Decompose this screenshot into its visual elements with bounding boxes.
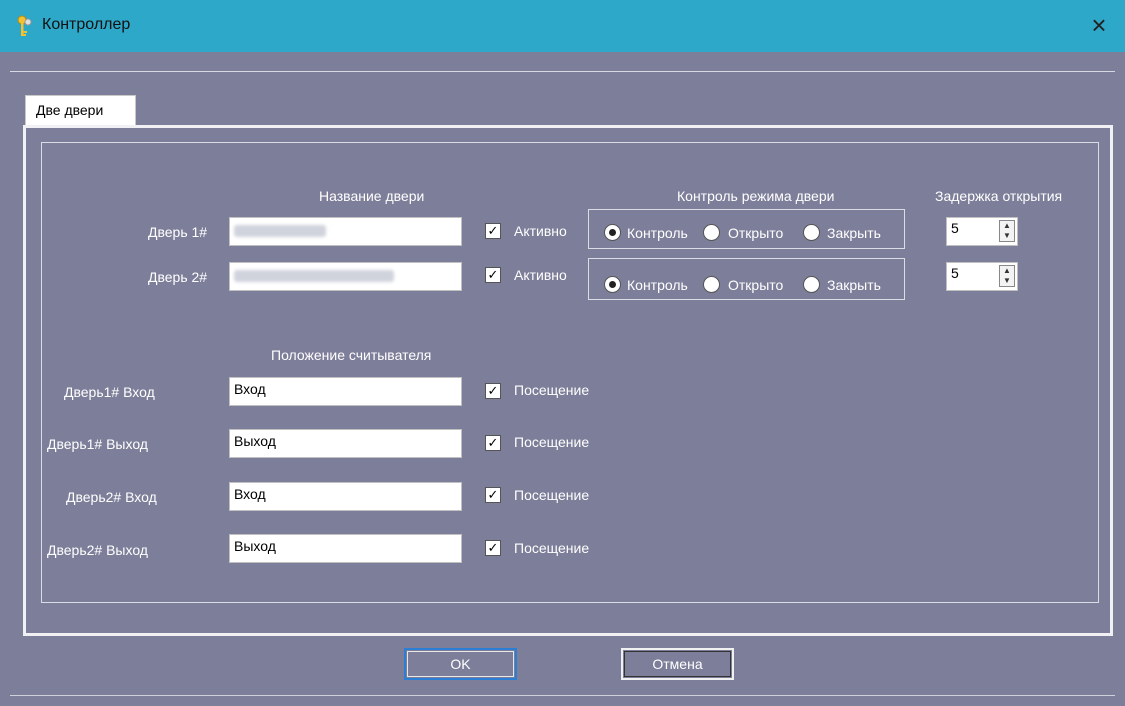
door-2-mode-open-label: Открыто: [728, 277, 784, 293]
keys-icon: [17, 15, 32, 36]
cancel-button[interactable]: Отмена: [621, 648, 734, 680]
reader-3-visit-checkbox[interactable]: ✓: [485, 487, 501, 503]
door-2-mode-control-radio[interactable]: [604, 276, 621, 293]
reader-2-visit-checkbox[interactable]: ✓: [485, 435, 501, 451]
open-delay-header: Задержка открытия: [935, 188, 1063, 204]
reader-4-label: Дверь2# Выход: [47, 542, 148, 558]
door-name-header: Название двери: [319, 188, 425, 204]
window-title: Контроллер: [42, 16, 131, 33]
door-1-active-checkbox[interactable]: ✓: [485, 223, 501, 239]
controller-dialog: Контроллер × Две двери Название двери Ко…: [0, 0, 1125, 706]
door-1-mode-control-label: Контроль: [627, 225, 688, 241]
reader-4-input[interactable]: Выход: [229, 534, 462, 563]
door-2-delay-value: 5: [951, 265, 959, 281]
reader-4-visit-label: Посещение: [514, 540, 590, 556]
door-1-mode-control-radio[interactable]: [604, 224, 621, 241]
door-mode-header: Контроль режима двери: [677, 188, 835, 204]
reader-3-label: Дверь2# Вход: [66, 489, 157, 505]
door-2-name-input[interactable]: [229, 262, 462, 291]
reader-2-visit-label: Посещение: [514, 434, 590, 450]
reader-1-visit-checkbox[interactable]: ✓: [485, 383, 501, 399]
door-1-active-label: Активно: [514, 223, 567, 239]
reader-4-visit-checkbox[interactable]: ✓: [485, 540, 501, 556]
door-1-mode-close-radio[interactable]: [803, 224, 820, 241]
title-bar: Контроллер ×: [0, 0, 1125, 52]
tab-two-doors[interactable]: Две двери: [25, 95, 136, 126]
settings-group: [41, 142, 1099, 603]
reader-3-visit-label: Посещение: [514, 487, 590, 503]
door-1-mode-open-radio[interactable]: [703, 224, 720, 241]
door-1-label: Дверь 1#: [148, 224, 208, 240]
door-2-mode-open-radio[interactable]: [703, 276, 720, 293]
door-2-delay-spinner[interactable]: 5 ▲ ▼: [946, 262, 1018, 291]
door-1-delay-spinner[interactable]: 5 ▲ ▼: [946, 217, 1018, 246]
spinner-arrows-icon[interactable]: ▲ ▼: [999, 265, 1015, 287]
door-1-mode-open-label: Открыто: [728, 225, 784, 241]
door-2-label: Дверь 2#: [148, 269, 208, 285]
door-2-active-label: Активно: [514, 267, 567, 283]
reader-1-label: Дверь1# Вход: [64, 384, 155, 400]
reader-1-visit-label: Посещение: [514, 382, 590, 398]
blurred-text: [234, 225, 326, 237]
door-1-mode-close-label: Закрыть: [827, 225, 881, 241]
door-2-mode-close-radio[interactable]: [803, 276, 820, 293]
reader-2-input[interactable]: Выход: [229, 429, 462, 458]
spinner-arrows-icon[interactable]: ▲ ▼: [999, 220, 1015, 242]
blurred-text: [234, 270, 394, 282]
door-1-name-input[interactable]: [229, 217, 462, 246]
divider: [10, 695, 1115, 696]
close-icon[interactable]: ×: [1083, 10, 1115, 42]
reader-position-header: Положение считывателя: [271, 347, 432, 363]
reader-3-input[interactable]: Вход: [229, 482, 462, 511]
reader-2-label: Дверь1# Выход: [47, 436, 148, 452]
door-2-active-checkbox[interactable]: ✓: [485, 267, 501, 283]
ok-button[interactable]: OK: [404, 648, 517, 680]
door-2-mode-control-label: Контроль: [627, 277, 688, 293]
door-2-mode-close-label: Закрыть: [827, 277, 881, 293]
door-1-delay-value: 5: [951, 220, 959, 236]
reader-1-input[interactable]: Вход: [229, 377, 462, 406]
divider: [10, 71, 1115, 72]
